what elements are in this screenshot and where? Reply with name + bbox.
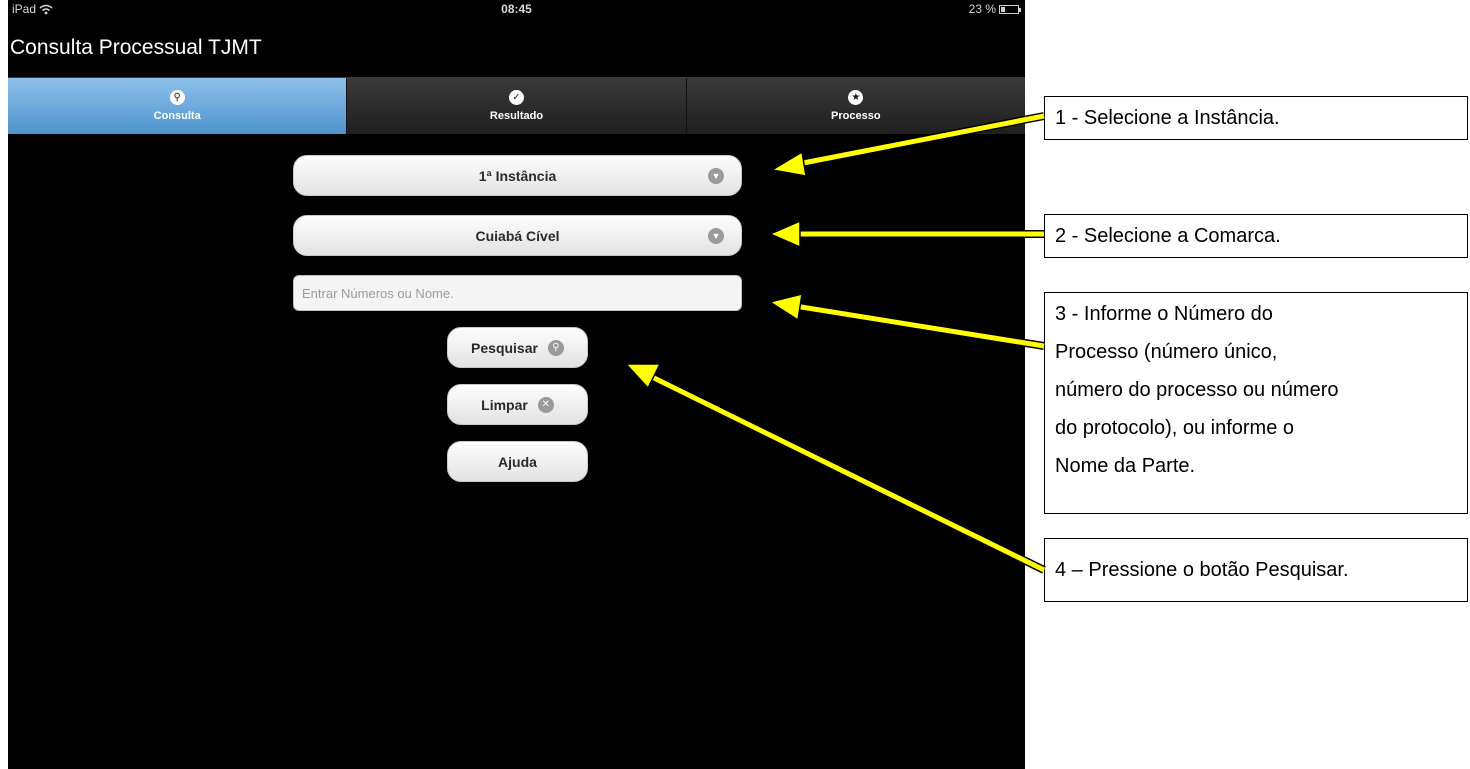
ajuda-label: Ajuda — [498, 453, 537, 470]
app-title: Consulta Processual TJMT — [10, 36, 262, 59]
instancia-select[interactable]: 1ª Instância ▼ — [293, 155, 742, 196]
limpar-label: Limpar — [481, 396, 528, 413]
status-bar: iPad 08:45 23 % — [8, 0, 1025, 20]
chevron-down-icon: ▼ — [708, 168, 724, 184]
search-input[interactable] — [293, 275, 742, 311]
callout-3-line: do protocolo), ou informe o — [1055, 417, 1295, 439]
ipad-screen: iPad 08:45 23 % Consulta Processual TJMT… — [8, 0, 1025, 769]
callout-1-text: 1 - Selecione a Instância. — [1055, 106, 1280, 129]
battery-percent: 23 % — [968, 2, 996, 16]
status-time: 08:45 — [501, 2, 532, 16]
callout-4-text: 4 – Pressione o botão Pesquisar. — [1055, 558, 1349, 581]
comarca-value: Cuiabá Cível — [475, 227, 560, 244]
instancia-value: 1ª Instância — [478, 167, 557, 184]
comarca-select[interactable]: Cuiabá Cível ▼ — [293, 215, 742, 256]
tutorial-stage: iPad 08:45 23 % Consulta Processual TJMT… — [0, 0, 1470, 769]
clear-icon: ✕ — [537, 396, 554, 413]
tab-processo[interactable]: ★ Processo — [686, 78, 1025, 134]
tab-label: Consulta — [153, 110, 201, 122]
chevron-down-icon: ▼ — [708, 228, 724, 244]
callout-3: 3 - Informe o Número do Processo (número… — [1044, 292, 1468, 514]
pesquisar-button[interactable]: Pesquisar ⚲ — [447, 327, 588, 368]
limpar-button[interactable]: Limpar ✕ — [447, 384, 588, 425]
ajuda-button[interactable]: Ajuda — [447, 441, 588, 482]
search-icon: ⚲ — [169, 90, 185, 105]
tab-label: Processo — [831, 110, 881, 122]
check-icon: ✓ — [508, 90, 524, 105]
callout-3-line: número do processo ou número — [1055, 379, 1339, 401]
tab-bar: ⚲ Consulta ✓ Resultado ★ Processo — [8, 77, 1025, 134]
battery-icon — [999, 5, 1021, 14]
callout-3-line: Processo (número único, — [1055, 341, 1278, 363]
tab-label: Resultado — [489, 110, 544, 122]
pesquisar-label: Pesquisar — [471, 339, 538, 356]
star-icon: ★ — [848, 90, 864, 105]
callout-2-text: 2 - Selecione a Comarca. — [1055, 224, 1281, 247]
callout-2: 2 - Selecione a Comarca. — [1044, 214, 1468, 258]
callout-3-line: 3 - Informe o Número do — [1055, 303, 1273, 325]
search-icon: ⚲ — [547, 339, 564, 356]
status-right: 23 % — [968, 2, 1021, 16]
tab-resultado[interactable]: ✓ Resultado — [347, 78, 687, 134]
callout-1: 1 - Selecione a Instância. — [1044, 96, 1468, 140]
callout-3-line: Nome da Parte. — [1055, 455, 1196, 477]
callout-4: 4 – Pressione o botão Pesquisar. — [1044, 538, 1468, 602]
tab-consulta[interactable]: ⚲ Consulta — [8, 78, 348, 134]
